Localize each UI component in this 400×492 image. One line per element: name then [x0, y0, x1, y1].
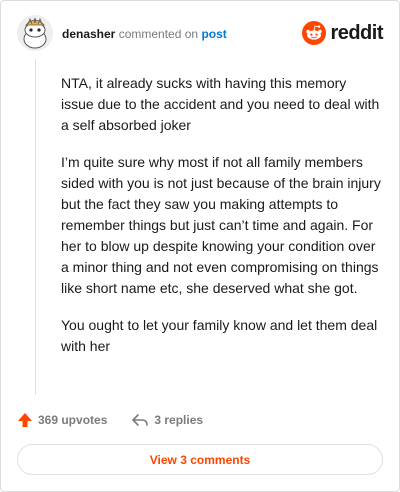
upvote-button[interactable]: 369 upvotes: [17, 412, 107, 428]
comment-actions: 369 upvotes 3 replies: [17, 409, 203, 431]
reply-count: 3 replies: [154, 413, 204, 427]
username[interactable]: denasher: [62, 27, 115, 41]
comment-paragraph: NTA, it already sucks with having this m…: [61, 75, 380, 133]
comment-meta: denasher commented on post: [62, 27, 227, 41]
user-avatar[interactable]: [17, 15, 53, 51]
comment-body: NTA, it already sucks with having this m…: [61, 73, 381, 373]
comment-paragraph: I’m quite sure why most if not all famil…: [61, 154, 381, 296]
upvote-count: 369 upvotes: [38, 413, 108, 427]
thread-line[interactable]: [35, 59, 36, 395]
replies-button[interactable]: 3 replies: [131, 412, 203, 428]
reddit-logo-icon: [302, 21, 327, 45]
view-comments-button[interactable]: View 3 comments: [17, 444, 383, 475]
upvote-arrow-icon: [18, 413, 32, 427]
reddit-wordmark: reddit: [330, 22, 383, 44]
comment-verb: commented on: [118, 27, 199, 41]
reddit-logo[interactable]: reddit: [302, 20, 383, 46]
comment-card: denasher commented on post reddit NTA, i…: [0, 0, 400, 492]
comment-paragraph: You ought to let your family know and le…: [61, 317, 378, 354]
comment-header: denasher commented on post reddit: [17, 15, 383, 51]
post-link[interactable]: post: [201, 27, 226, 41]
reply-icon: [132, 414, 149, 426]
avatar-snoo-icon: [17, 15, 53, 51]
